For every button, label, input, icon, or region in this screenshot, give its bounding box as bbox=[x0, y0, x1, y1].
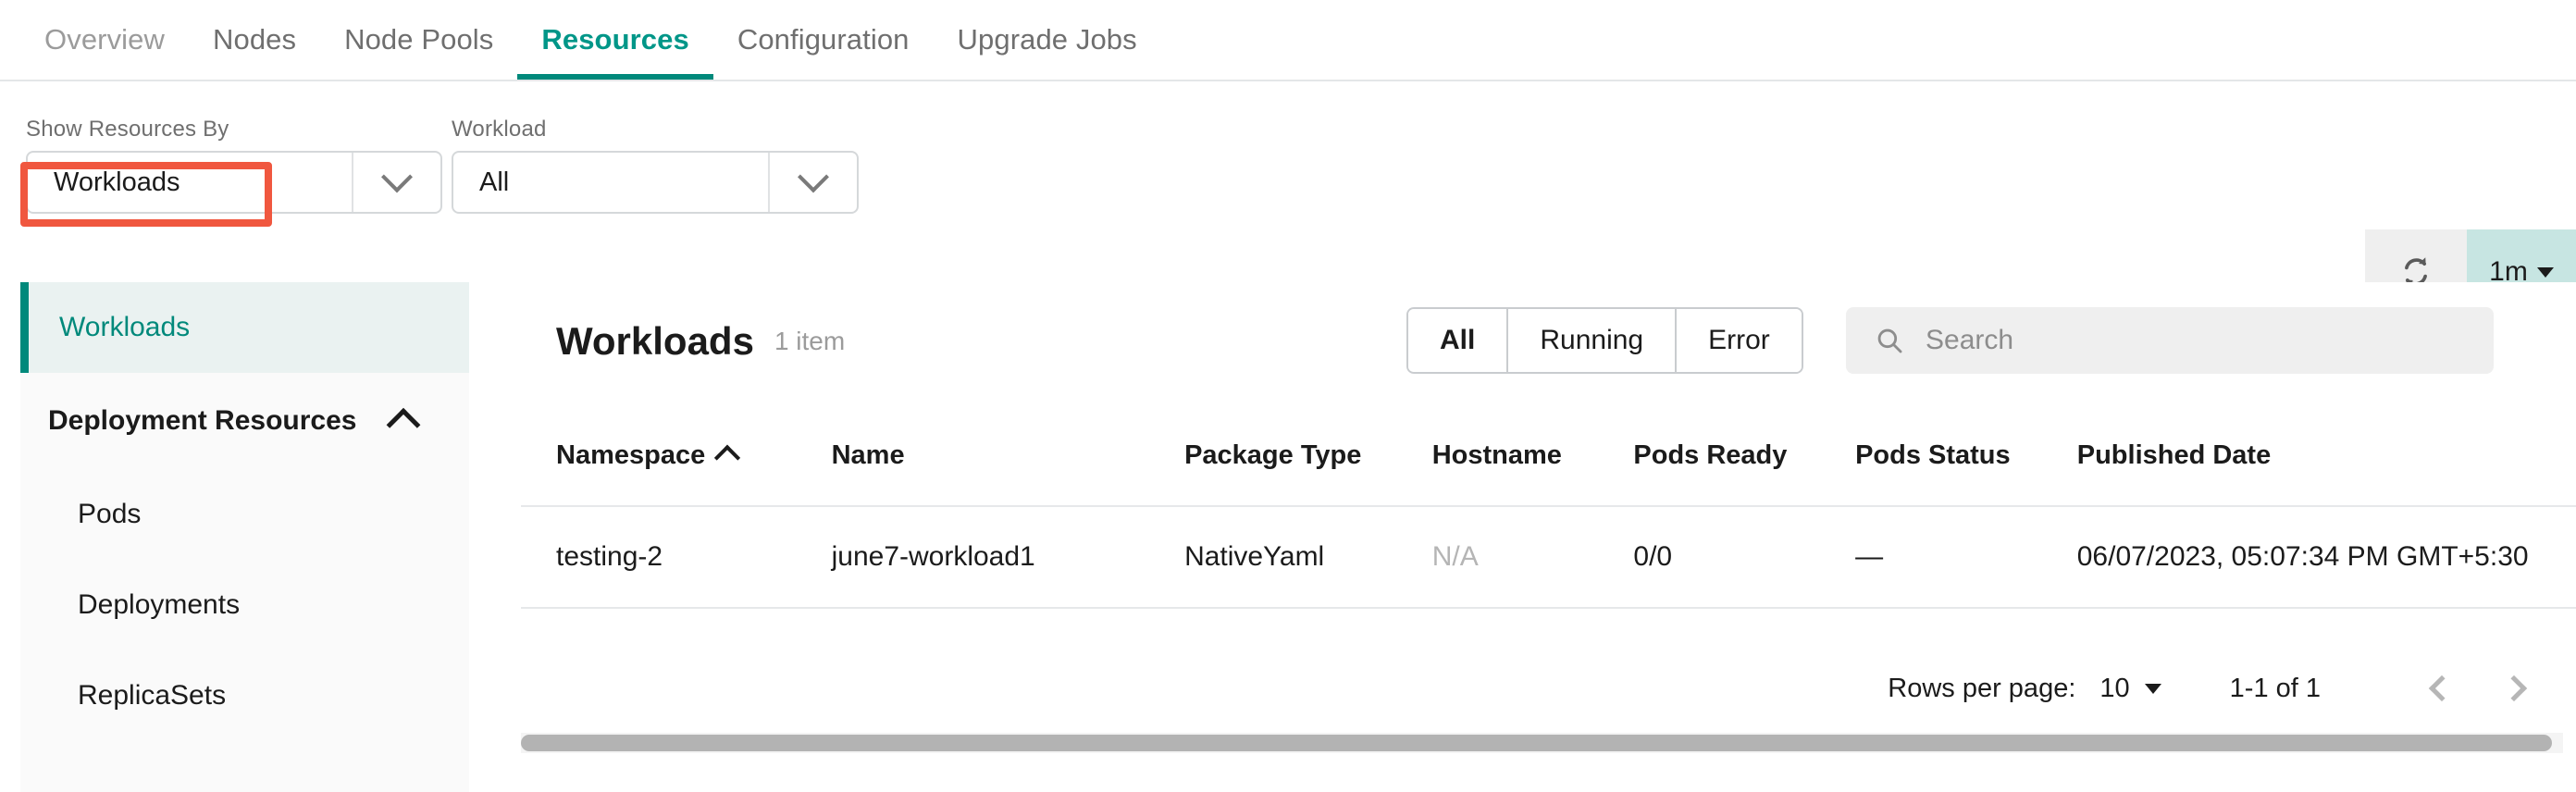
caret-down-icon bbox=[2144, 683, 2161, 694]
cell-package-type: NativeYaml bbox=[1184, 541, 1325, 572]
sidebar-item-replicasets-label: ReplicaSets bbox=[78, 680, 227, 711]
sidebar-item-workloads[interactable]: Workloads bbox=[20, 282, 469, 373]
sidebar-item-workloads-label: Workloads bbox=[59, 312, 191, 342]
column-header-pods-status-label: Pods Status bbox=[1855, 439, 2011, 470]
resources-page: Overview Nodes Node Pools Resources Conf… bbox=[0, 0, 2576, 792]
filter-all-button[interactable]: All bbox=[1408, 309, 1509, 372]
page-title: Workloads bbox=[556, 319, 754, 363]
rows-per-page-label: Rows per page: bbox=[1888, 673, 2076, 703]
sort-ascending-icon bbox=[714, 444, 741, 471]
chevron-down-icon bbox=[798, 161, 829, 193]
item-count: 1 item bbox=[774, 327, 846, 355]
filter-running-label: Running bbox=[1540, 325, 1644, 355]
table-header-row: Namespace Name Package Type Hostname Pod… bbox=[521, 405, 2576, 505]
column-header-package-type[interactable]: Package Type bbox=[1184, 440, 1432, 471]
show-resources-by-field: Show Resources By Workloads bbox=[26, 117, 442, 214]
sidebar-group-label: Deployment Resources bbox=[48, 405, 357, 436]
column-header-hostname[interactable]: Hostname bbox=[1432, 440, 1634, 471]
tab-resources-label: Resources bbox=[541, 23, 689, 56]
tab-node-pools-label: Node Pools bbox=[344, 23, 494, 56]
column-header-namespace-label: Namespace bbox=[556, 439, 706, 470]
search-icon bbox=[1877, 328, 1902, 353]
previous-page-button[interactable] bbox=[2406, 674, 2478, 702]
tab-configuration-label: Configuration bbox=[737, 23, 910, 56]
column-header-package-type-label: Package Type bbox=[1184, 439, 1362, 470]
workload-value: All bbox=[479, 167, 510, 197]
workload-label: Workload bbox=[452, 117, 547, 142]
show-resources-by-chevron[interactable] bbox=[352, 153, 440, 212]
chevron-right-icon bbox=[2500, 674, 2528, 702]
filter-error-button[interactable]: Error bbox=[1677, 309, 1802, 372]
tab-overview[interactable]: Overview bbox=[20, 0, 189, 80]
sidebar-item-pods[interactable]: Pods bbox=[20, 469, 469, 560]
column-header-name[interactable]: Name bbox=[832, 440, 1184, 471]
caret-down-icon bbox=[2536, 266, 2554, 278]
filter-all-label: All bbox=[1440, 325, 1476, 355]
show-resources-by-value: Workloads bbox=[54, 167, 180, 197]
sidebar-group-deployment-resources[interactable]: Deployment Resources bbox=[20, 373, 469, 469]
next-page-button[interactable] bbox=[2478, 674, 2550, 702]
chevron-left-icon bbox=[2428, 674, 2456, 702]
cell-pods-status: — bbox=[1855, 541, 1884, 572]
cell-published-date: 06/07/2023, 05:07:34 PM GMT+5:30 bbox=[2076, 541, 2529, 572]
search-input[interactable]: Search bbox=[1846, 307, 2494, 374]
tab-resources[interactable]: Resources bbox=[517, 0, 714, 80]
filter-running-button[interactable]: Running bbox=[1508, 309, 1678, 372]
tab-upgrade-jobs-label: Upgrade Jobs bbox=[957, 23, 1137, 56]
column-header-pods-ready-label: Pods Ready bbox=[1633, 439, 1788, 470]
cell-namespace: testing-2 bbox=[556, 541, 663, 572]
cell-pods-ready: 0/0 bbox=[1633, 541, 1673, 572]
column-header-name-label: Name bbox=[831, 439, 905, 470]
tab-node-pools[interactable]: Node Pools bbox=[320, 0, 517, 80]
sidebar-item-deployments[interactable]: Deployments bbox=[20, 560, 469, 650]
column-header-published-date-label: Published Date bbox=[2076, 439, 2272, 470]
rows-per-page-select[interactable]: 10 bbox=[2099, 674, 2161, 704]
chevron-up-icon bbox=[386, 407, 421, 442]
filter-error-label: Error bbox=[1708, 325, 1770, 355]
workload-field: Workload All bbox=[452, 117, 859, 214]
cell-hostname: N/A bbox=[1431, 541, 1479, 572]
column-header-pods-ready[interactable]: Pods Ready bbox=[1633, 440, 1855, 471]
tab-nodes[interactable]: Nodes bbox=[189, 0, 320, 80]
sidebar-item-replicasets[interactable]: ReplicaSets bbox=[20, 650, 469, 741]
resource-sidebar: Workloads Deployment Resources Pods Depl… bbox=[20, 282, 469, 792]
pagination: Rows per page: 10 1-1 of 1 bbox=[1888, 648, 2550, 729]
column-header-published-date[interactable]: Published Date bbox=[2077, 440, 2576, 471]
workload-chevron[interactable] bbox=[768, 153, 857, 212]
show-resources-by-label: Show Resources By bbox=[26, 117, 229, 142]
sidebar-item-pods-label: Pods bbox=[78, 499, 142, 529]
sidebar-item-deployments-label: Deployments bbox=[78, 589, 241, 620]
status-filter-segmented: All Running Error bbox=[1406, 307, 1803, 374]
tab-upgrade-jobs[interactable]: Upgrade Jobs bbox=[934, 0, 1161, 80]
column-header-hostname-label: Hostname bbox=[1431, 439, 1562, 470]
column-header-namespace[interactable]: Namespace bbox=[556, 440, 832, 471]
tab-overview-label: Overview bbox=[44, 23, 165, 56]
rows-per-page-value: 10 bbox=[2099, 673, 2130, 703]
search-placeholder: Search bbox=[1926, 325, 2014, 355]
table-row[interactable]: testing-2 june7-workload1 NativeYaml N/A… bbox=[521, 505, 2576, 609]
column-header-pods-status[interactable]: Pods Status bbox=[1855, 440, 2077, 471]
workloads-table: Namespace Name Package Type Hostname Pod… bbox=[521, 405, 2576, 609]
cell-name: june7-workload1 bbox=[831, 541, 1035, 572]
horizontal-scrollbar-thumb[interactable] bbox=[521, 735, 2552, 751]
filter-row: Show Resources By Workloads Workload All bbox=[0, 81, 2576, 315]
chevron-down-icon bbox=[381, 161, 413, 193]
show-resources-by-select[interactable]: Workloads bbox=[26, 151, 442, 214]
workload-select[interactable]: All bbox=[452, 151, 859, 214]
tab-nodes-label: Nodes bbox=[213, 23, 297, 56]
pagination-range: 1-1 of 1 bbox=[2229, 673, 2321, 703]
main-tab-bar: Overview Nodes Node Pools Resources Conf… bbox=[0, 0, 2576, 81]
tab-configuration[interactable]: Configuration bbox=[713, 0, 934, 80]
